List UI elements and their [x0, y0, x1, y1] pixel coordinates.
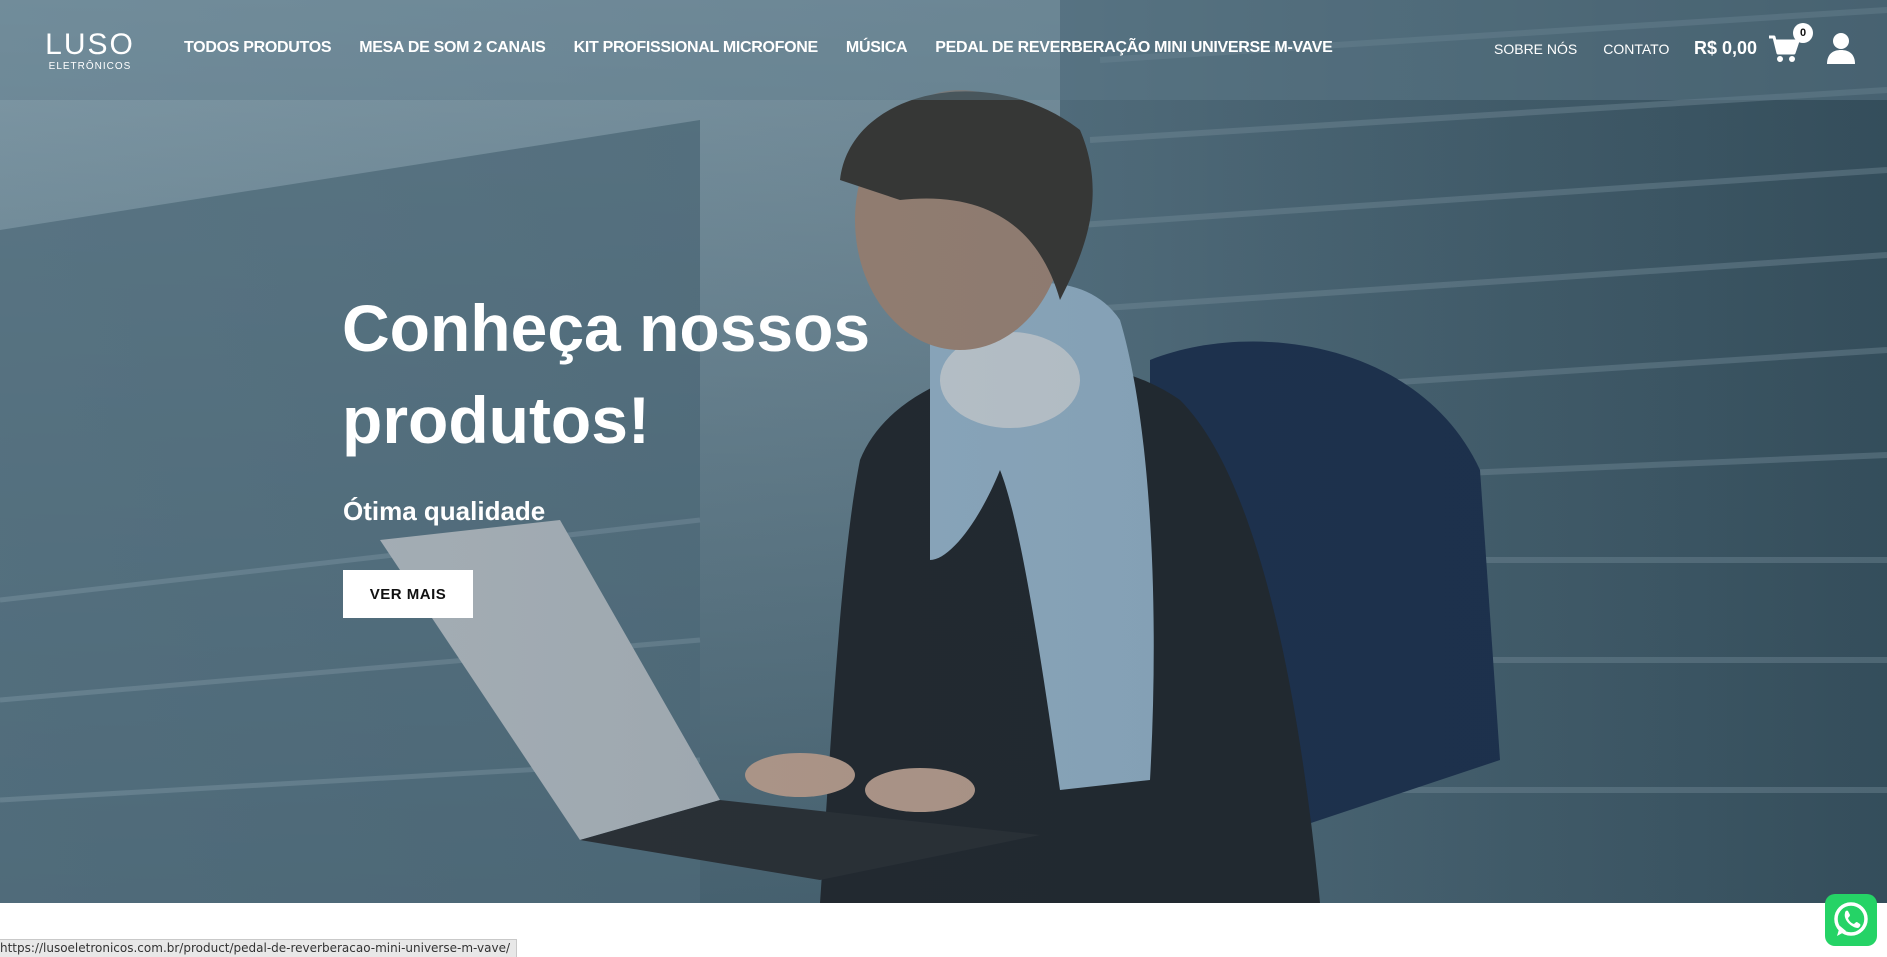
hero-overlay	[0, 0, 1887, 903]
nav-item-todos-produtos[interactable]: TODOS PRODUTOS	[184, 38, 332, 58]
nav-item-musica[interactable]: MÚSICA	[846, 38, 908, 58]
status-bar-url: https://lusoeletronicos.com.br/product/p…	[0, 939, 518, 957]
nav-item-kit-microfone[interactable]: KIT PROFISSIONAL MICROFONE	[574, 38, 819, 58]
site-logo[interactable]: LUSO ELETRÔNICOS	[42, 24, 138, 72]
nav-item-sobre-nos[interactable]: SOBRE NÓS	[1494, 39, 1577, 59]
logo-tagline: ELETRÔNICOS	[48, 61, 132, 72]
logo-wordmark: LUSO	[45, 28, 135, 61]
hero-section: Conheça nossos produtos! Ótima qualidade…	[0, 0, 1887, 903]
site-header: LUSO ELETRÔNICOS TODOS PRODUTOS MESA DE …	[0, 0, 1887, 100]
whatsapp-button[interactable]	[1825, 894, 1877, 946]
main-nav: TODOS PRODUTOS MESA DE SOM 2 CANAIS KIT …	[184, 38, 1360, 58]
hero-subtitle: Ótima qualidade	[343, 496, 546, 526]
secondary-nav: SOBRE NÓS CONTATO	[1494, 39, 1695, 59]
cart-total[interactable]: R$ 0,00	[1694, 37, 1757, 59]
nav-item-mesa-de-som[interactable]: MESA DE SOM 2 CANAIS	[359, 38, 546, 58]
nav-item-pedal-reverberacao[interactable]: PEDAL DE REVERBERAÇÃO MINI UNIVERSE M-VA…	[935, 38, 1333, 58]
hero-title: Conheça nossos produtos!	[342, 291, 871, 457]
user-icon[interactable]	[1826, 32, 1856, 64]
cart-count-badge: 0	[1793, 23, 1813, 43]
nav-item-contato[interactable]: CONTATO	[1603, 39, 1669, 59]
whatsapp-icon	[1834, 902, 1868, 936]
see-more-button[interactable]: VER MAIS	[343, 570, 473, 618]
